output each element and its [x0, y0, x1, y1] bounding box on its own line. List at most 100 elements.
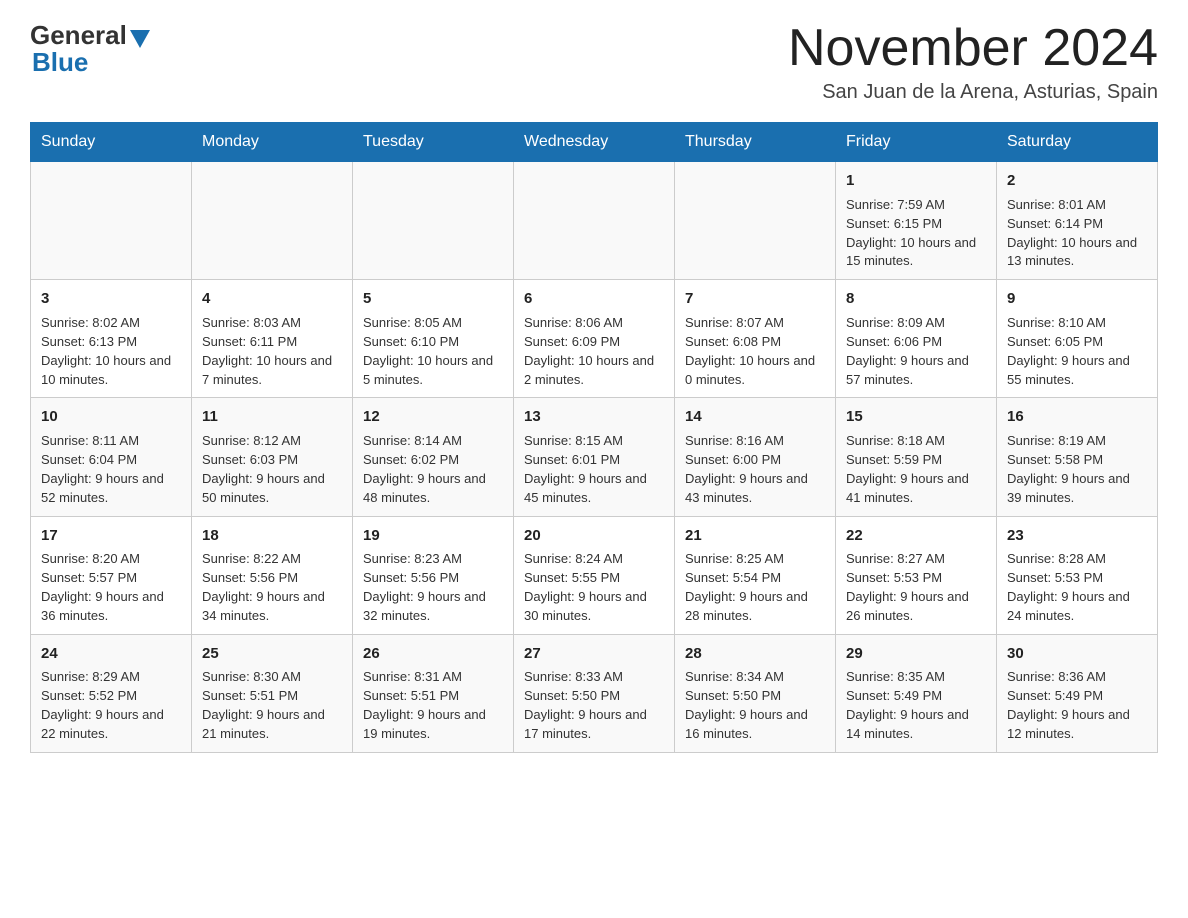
day-info: Sunrise: 8:07 AMSunset: 6:08 PMDaylight:…	[685, 314, 825, 389]
calendar-table: SundayMondayTuesdayWednesdayThursdayFrid…	[30, 122, 1158, 753]
day-info: Sunrise: 8:10 AMSunset: 6:05 PMDaylight:…	[1007, 314, 1147, 389]
column-header-monday: Monday	[192, 123, 353, 162]
location-subtitle: San Juan de la Arena, Asturias, Spain	[788, 81, 1158, 104]
calendar-cell: 27 Sunrise: 8:33 AMSunset: 5:50 PMDayligh…	[514, 634, 675, 752]
day-info: Sunrise: 8:29 AMSunset: 5:52 PMDaylight:…	[41, 668, 181, 743]
column-header-wednesday: Wednesday	[514, 123, 675, 162]
calendar-cell: 29 Sunrise: 8:35 AMSunset: 5:49 PMDayligh…	[836, 634, 997, 752]
calendar-cell: 5 Sunrise: 8:05 AMSunset: 6:10 PMDaylight…	[353, 280, 514, 398]
day-info: Sunrise: 8:33 AMSunset: 5:50 PMDaylight:…	[524, 668, 664, 743]
day-number: 13	[524, 406, 664, 428]
day-number: 4	[202, 288, 342, 310]
day-info: Sunrise: 8:34 AMSunset: 5:50 PMDaylight:…	[685, 668, 825, 743]
day-info: Sunrise: 8:15 AMSunset: 6:01 PMDaylight:…	[524, 432, 664, 507]
day-number: 2	[1007, 170, 1147, 192]
day-number: 21	[685, 525, 825, 547]
day-number: 11	[202, 406, 342, 428]
day-info: Sunrise: 8:36 AMSunset: 5:49 PMDaylight:…	[1007, 668, 1147, 743]
calendar-cell: 14 Sunrise: 8:16 AMSunset: 6:00 PMDayligh…	[675, 398, 836, 516]
calendar-cell: 30 Sunrise: 8:36 AMSunset: 5:49 PMDayligh…	[997, 634, 1158, 752]
column-header-sunday: Sunday	[31, 123, 192, 162]
day-info: Sunrise: 8:19 AMSunset: 5:58 PMDaylight:…	[1007, 432, 1147, 507]
day-number: 15	[846, 406, 986, 428]
day-number: 1	[846, 170, 986, 192]
calendar-cell: 25 Sunrise: 8:30 AMSunset: 5:51 PMDayligh…	[192, 634, 353, 752]
day-number: 5	[363, 288, 503, 310]
day-info: Sunrise: 8:18 AMSunset: 5:59 PMDaylight:…	[846, 432, 986, 507]
calendar-cell: 7 Sunrise: 8:07 AMSunset: 6:08 PMDaylight…	[675, 280, 836, 398]
day-number: 26	[363, 643, 503, 665]
calendar-week-row: 17Sunrise: 8:20 AMSunset: 5:57 PMDayligh…	[31, 516, 1158, 634]
day-number: 25	[202, 643, 342, 665]
day-info: Sunrise: 7:59 AMSunset: 6:15 PMDaylight:…	[846, 196, 986, 271]
calendar-cell: 18 Sunrise: 8:22 AMSunset: 5:56 PMDayligh…	[192, 516, 353, 634]
day-number: 23	[1007, 525, 1147, 547]
day-number: 29	[846, 643, 986, 665]
calendar-cell: 3Sunrise: 8:02 AMSunset: 6:13 PMDaylight…	[31, 280, 192, 398]
calendar-week-row: 1 Sunrise: 7:59 AMSunset: 6:15 PMDaylight…	[31, 162, 1158, 280]
calendar-cell	[675, 162, 836, 280]
day-info: Sunrise: 8:06 AMSunset: 6:09 PMDaylight:…	[524, 314, 664, 389]
day-number: 16	[1007, 406, 1147, 428]
calendar-cell: 9 Sunrise: 8:10 AMSunset: 6:05 PMDaylight…	[997, 280, 1158, 398]
day-info: Sunrise: 8:14 AMSunset: 6:02 PMDaylight:…	[363, 432, 503, 507]
calendar-cell: 28 Sunrise: 8:34 AMSunset: 5:50 PMDayligh…	[675, 634, 836, 752]
calendar-cell	[353, 162, 514, 280]
day-info: Sunrise: 8:30 AMSunset: 5:51 PMDaylight:…	[202, 668, 342, 743]
calendar-cell: 16 Sunrise: 8:19 AMSunset: 5:58 PMDayligh…	[997, 398, 1158, 516]
calendar-cell: 26 Sunrise: 8:31 AMSunset: 5:51 PMDayligh…	[353, 634, 514, 752]
calendar-cell: 6Sunrise: 8:06 AMSunset: 6:09 PMDaylight…	[514, 280, 675, 398]
day-number: 24	[41, 643, 181, 665]
logo-blue-text: Blue	[30, 47, 88, 78]
column-header-friday: Friday	[836, 123, 997, 162]
day-number: 28	[685, 643, 825, 665]
day-number: 12	[363, 406, 503, 428]
calendar-week-row: 10 Sunrise: 8:11 AMSunset: 6:04 PMDayligh…	[31, 398, 1158, 516]
page-header: General Blue November 2024 San Juan de l…	[30, 20, 1158, 104]
day-info: Sunrise: 8:24 AMSunset: 5:55 PMDaylight:…	[524, 550, 664, 625]
calendar-cell	[514, 162, 675, 280]
calendar-cell: 2 Sunrise: 8:01 AMSunset: 6:14 PMDaylight…	[997, 162, 1158, 280]
day-number: 27	[524, 643, 664, 665]
calendar-cell: 17Sunrise: 8:20 AMSunset: 5:57 PMDayligh…	[31, 516, 192, 634]
calendar-week-row: 24 Sunrise: 8:29 AMSunset: 5:52 PMDayligh…	[31, 634, 1158, 752]
day-info: Sunrise: 8:35 AMSunset: 5:49 PMDaylight:…	[846, 668, 986, 743]
calendar-cell: 22Sunrise: 8:27 AMSunset: 5:53 PMDayligh…	[836, 516, 997, 634]
day-info: Sunrise: 8:11 AMSunset: 6:04 PMDaylight:…	[41, 432, 181, 507]
day-info: Sunrise: 8:22 AMSunset: 5:56 PMDaylight:…	[202, 550, 342, 625]
day-info: Sunrise: 8:20 AMSunset: 5:57 PMDaylight:…	[41, 550, 181, 625]
day-info: Sunrise: 8:03 AMSunset: 6:11 PMDaylight:…	[202, 314, 342, 389]
title-area: November 2024 San Juan de la Arena, Astu…	[788, 20, 1158, 104]
calendar-cell: 24 Sunrise: 8:29 AMSunset: 5:52 PMDayligh…	[31, 634, 192, 752]
calendar-cell: 1 Sunrise: 7:59 AMSunset: 6:15 PMDaylight…	[836, 162, 997, 280]
day-number: 19	[363, 525, 503, 547]
day-info: Sunrise: 8:25 AMSunset: 5:54 PMDaylight:…	[685, 550, 825, 625]
calendar-cell: 12 Sunrise: 8:14 AMSunset: 6:02 PMDayligh…	[353, 398, 514, 516]
calendar-cell: 21 Sunrise: 8:25 AMSunset: 5:54 PMDayligh…	[675, 516, 836, 634]
day-number: 10	[41, 406, 181, 428]
calendar-cell: 20Sunrise: 8:24 AMSunset: 5:55 PMDayligh…	[514, 516, 675, 634]
logo-triangle-icon	[130, 30, 150, 48]
calendar-cell: 23 Sunrise: 8:28 AMSunset: 5:53 PMDayligh…	[997, 516, 1158, 634]
day-number: 14	[685, 406, 825, 428]
day-info: Sunrise: 8:31 AMSunset: 5:51 PMDaylight:…	[363, 668, 503, 743]
column-header-saturday: Saturday	[997, 123, 1158, 162]
logo: General Blue	[30, 20, 150, 78]
day-info: Sunrise: 8:09 AMSunset: 6:06 PMDaylight:…	[846, 314, 986, 389]
calendar-cell: 13 Sunrise: 8:15 AMSunset: 6:01 PMDayligh…	[514, 398, 675, 516]
day-number: 18	[202, 525, 342, 547]
day-info: Sunrise: 8:23 AMSunset: 5:56 PMDaylight:…	[363, 550, 503, 625]
day-info: Sunrise: 8:27 AMSunset: 5:53 PMDaylight:…	[846, 550, 986, 625]
day-number: 7	[685, 288, 825, 310]
calendar-cell: 4 Sunrise: 8:03 AMSunset: 6:11 PMDaylight…	[192, 280, 353, 398]
day-info: Sunrise: 8:05 AMSunset: 6:10 PMDaylight:…	[363, 314, 503, 389]
day-info: Sunrise: 8:02 AMSunset: 6:13 PMDaylight:…	[41, 314, 181, 389]
day-info: Sunrise: 8:01 AMSunset: 6:14 PMDaylight:…	[1007, 196, 1147, 271]
calendar-cell: 8Sunrise: 8:09 AMSunset: 6:06 PMDaylight…	[836, 280, 997, 398]
day-info: Sunrise: 8:28 AMSunset: 5:53 PMDaylight:…	[1007, 550, 1147, 625]
day-info: Sunrise: 8:16 AMSunset: 6:00 PMDaylight:…	[685, 432, 825, 507]
day-number: 30	[1007, 643, 1147, 665]
column-header-tuesday: Tuesday	[353, 123, 514, 162]
column-header-thursday: Thursday	[675, 123, 836, 162]
day-number: 9	[1007, 288, 1147, 310]
